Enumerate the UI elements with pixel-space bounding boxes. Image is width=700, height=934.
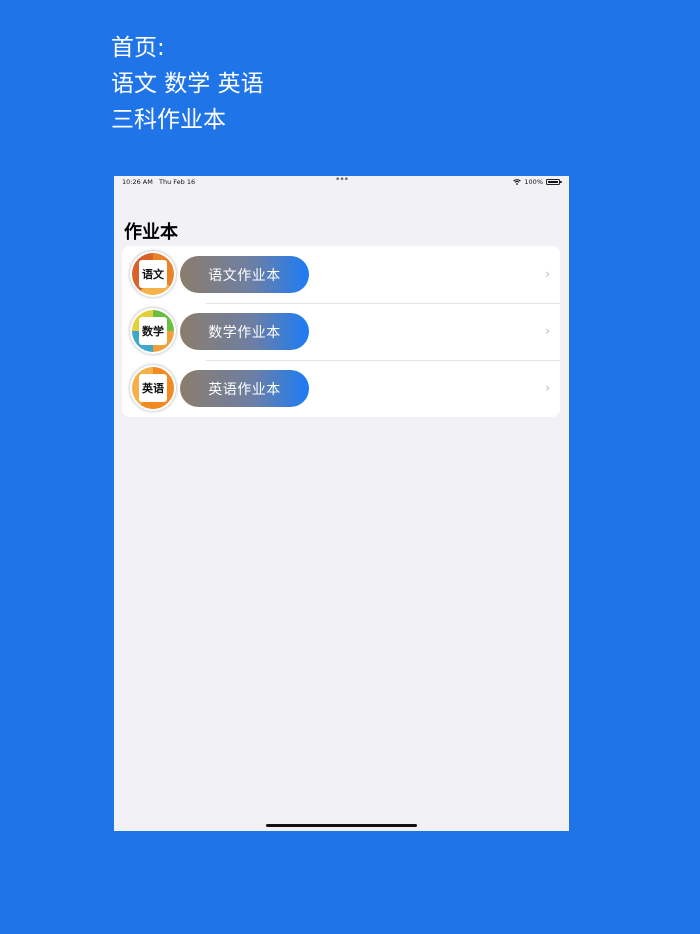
notebook-button-english[interactable]: 英语作业本 xyxy=(180,370,309,407)
caption-line-3: 三科作业本 xyxy=(111,107,226,133)
chevron-right-icon: › xyxy=(545,324,550,338)
avatar-text: 英语 xyxy=(139,374,167,402)
marketing-caption: 首页: 语文 数学 英语 三科作业本 xyxy=(111,30,264,138)
list-item-math[interactable]: 数学 数学作业本 › xyxy=(122,303,560,360)
chevron-right-icon: › xyxy=(545,381,550,395)
status-right: 100% xyxy=(513,178,562,186)
notebook-button-math[interactable]: 数学作业本 xyxy=(180,313,309,350)
notebook-list: 语文 语文作业本 › 数学 数学作业本 › 英语 英语作业本 › xyxy=(122,246,560,417)
multitasking-dots-icon[interactable]: ••• xyxy=(335,176,349,185)
page-title: 作业本 xyxy=(124,222,178,243)
list-item-english[interactable]: 英语 英语作业本 › xyxy=(122,360,560,417)
chevron-right-icon: › xyxy=(545,267,550,281)
status-time: 10:26 AM xyxy=(122,178,153,186)
battery-icon xyxy=(546,179,562,185)
home-indicator[interactable] xyxy=(266,824,417,827)
avatar-text: 语文 xyxy=(139,260,167,288)
chinese-subject-icon: 语文 xyxy=(130,251,176,297)
caption-line-1: 首页: xyxy=(111,35,165,61)
notebook-button-chinese[interactable]: 语文作业本 xyxy=(180,256,309,293)
caption-line-2: 语文 数学 英语 xyxy=(111,71,264,97)
math-subject-icon: 数学 xyxy=(130,308,176,354)
wifi-icon xyxy=(513,179,522,185)
english-subject-icon: 英语 xyxy=(130,365,176,411)
avatar-text: 数学 xyxy=(139,317,167,345)
ipad-screen: 10:26 AM Thu Feb 16 ••• 100% 作业本 语文 语文作业… xyxy=(114,176,569,831)
battery-percent: 100% xyxy=(524,178,543,186)
status-date: Thu Feb 16 xyxy=(159,178,196,186)
status-bar: 10:26 AM Thu Feb 16 ••• 100% xyxy=(114,176,569,188)
list-item-chinese[interactable]: 语文 语文作业本 › xyxy=(122,246,560,303)
